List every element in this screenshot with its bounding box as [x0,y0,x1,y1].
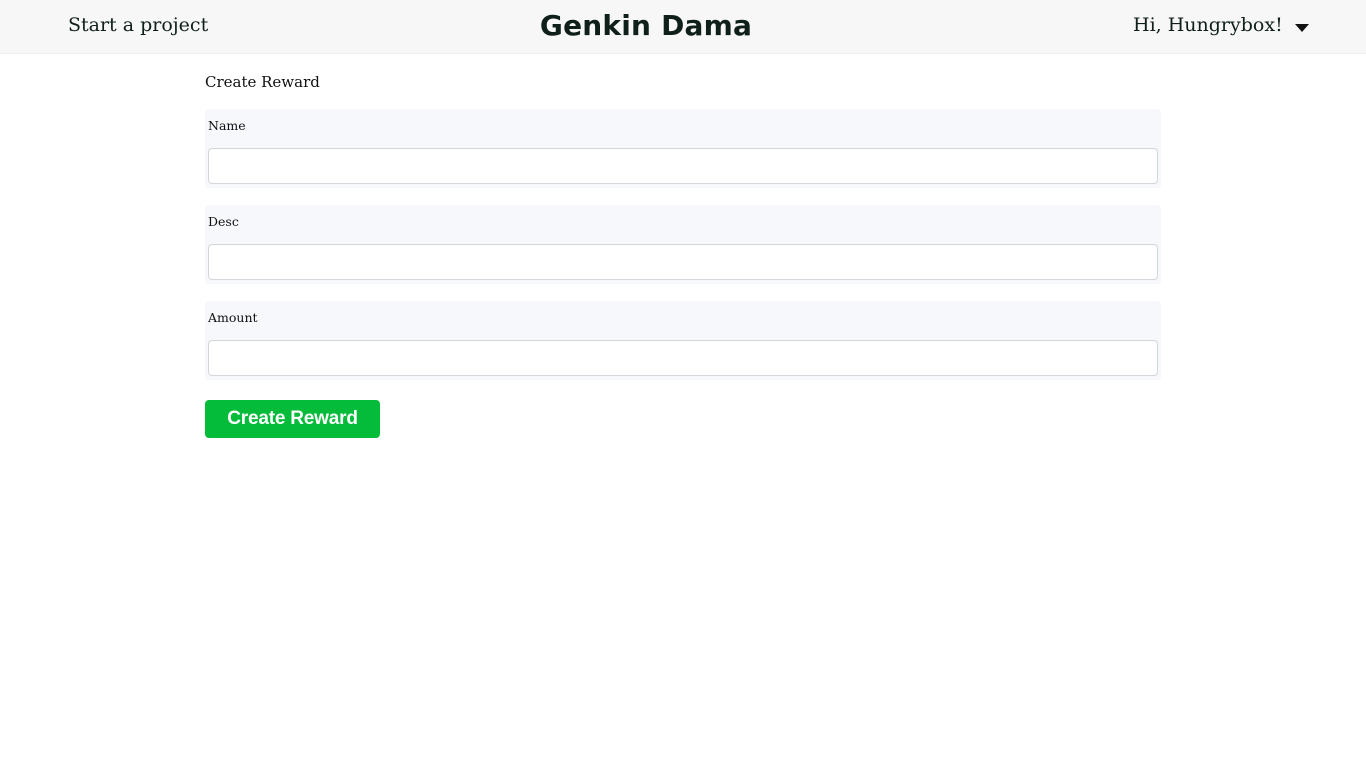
name-label: Name [208,118,246,133]
page-title: Create Reward [205,73,320,91]
user-menu[interactable]: Hi, Hungrybox! [1133,14,1309,36]
amount-field-group: Amount [205,301,1161,380]
user-greeting[interactable]: Hi, Hungrybox! [1133,14,1283,36]
caret-down-icon[interactable] [1294,24,1309,32]
name-field-group: Name [205,109,1161,188]
desc-input[interactable] [208,244,1158,280]
create-reward-form: Create Reward Name Desc Amount Create Re… [205,70,1161,438]
amount-label: Amount [208,310,258,325]
brand-name[interactable]: Genkin Dama [540,9,752,42]
amount-input[interactable] [208,340,1158,376]
desc-label: Desc [208,214,239,229]
desc-field-group: Desc [205,205,1161,284]
create-reward-button[interactable]: Create Reward [205,400,380,438]
top-navbar: Start a project Genkin Dama Hi, Hungrybo… [0,0,1366,54]
brand-logo[interactable]: Genkin Dama [0,9,1292,42]
name-input[interactable] [208,148,1158,184]
